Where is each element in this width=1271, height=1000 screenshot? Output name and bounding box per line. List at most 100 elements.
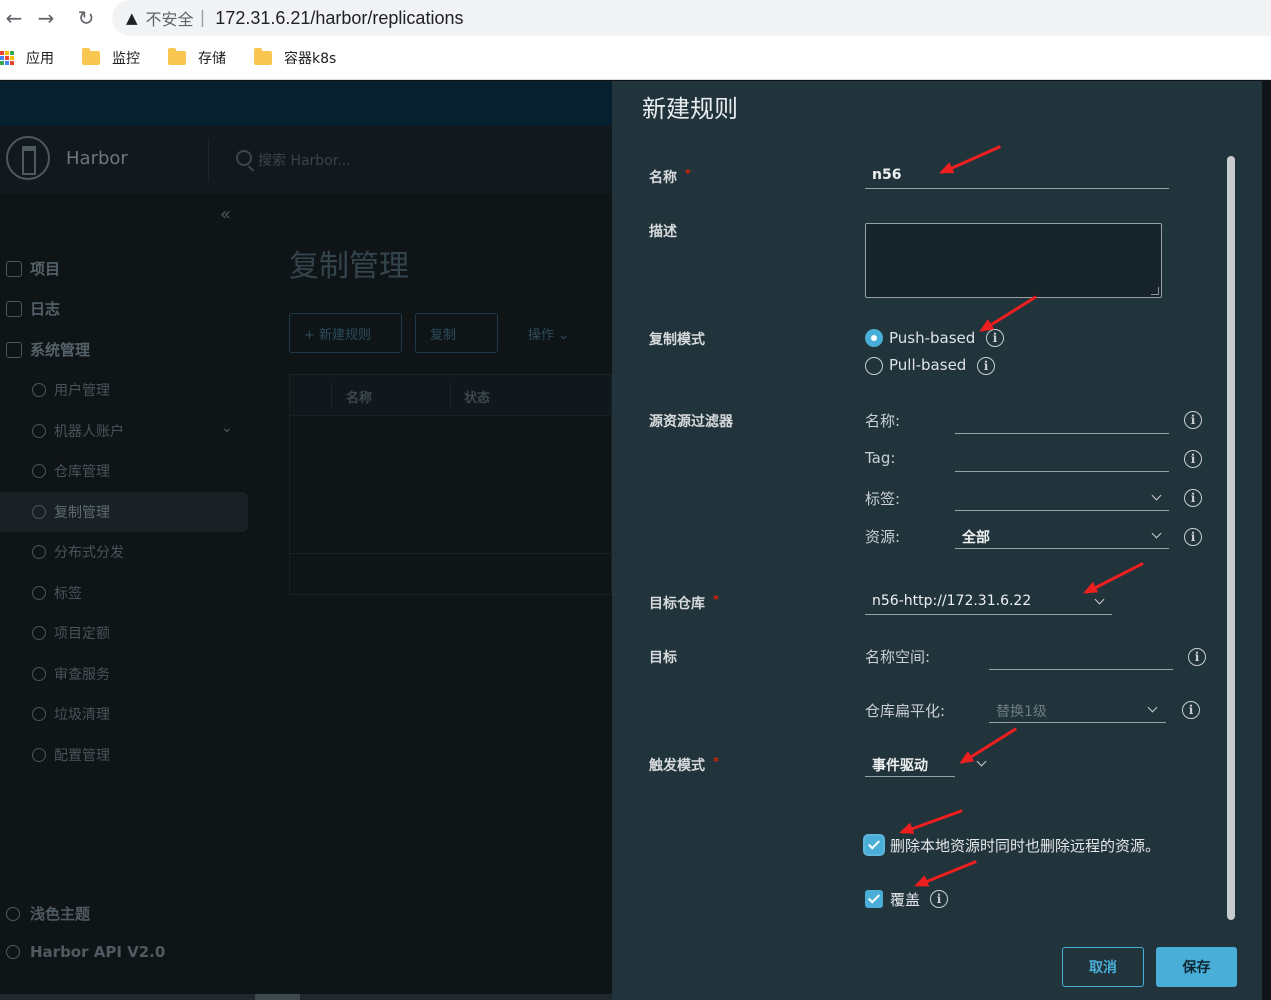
bookmark-apps[interactable]: 应用 <box>0 48 54 68</box>
url-text[interactable]: 172.31.6.21/harbor/replications <box>215 8 463 29</box>
required-mark: * <box>713 755 719 768</box>
filter-resource-info-icon[interactable]: i <box>1184 528 1202 546</box>
actions-label: 操作 <box>528 328 555 343</box>
sidebar-item-label: 复制管理 <box>54 505 110 521</box>
name-input[interactable] <box>865 161 1169 189</box>
filter-name-input[interactable] <box>955 406 1169 434</box>
sidebar-item-users[interactable]: 用户管理 <box>32 380 110 400</box>
sidebar-item-label: 用户管理 <box>54 383 110 399</box>
reload-icon[interactable]: ↻ <box>72 4 100 32</box>
delete-remote-checkbox[interactable] <box>865 836 883 854</box>
chevron-down-icon[interactable]: ⌄ <box>221 420 233 436</box>
insecure-label: 不安全 <box>145 10 194 29</box>
delete-remote-label[interactable]: 删除本地资源时同时也删除远程的资源。 <box>890 835 1160 856</box>
sun-icon <box>6 906 20 921</box>
override-label[interactable]: 覆盖 <box>890 889 920 910</box>
sidebar-item-distributions[interactable]: 分布式分发 <box>32 542 124 562</box>
filter-labels-info-icon[interactable]: i <box>1184 489 1202 507</box>
header-divider <box>208 138 209 182</box>
modal-scrollbar[interactable] <box>1227 156 1235 920</box>
chevron-down-icon[interactable] <box>976 756 987 767</box>
sidebar-item-robots[interactable]: 机器人账户 <box>32 421 124 441</box>
filter-name-info-icon[interactable]: i <box>1184 411 1202 429</box>
namespace-input[interactable] <box>989 642 1173 670</box>
save-button[interactable]: 保存 <box>1156 947 1237 987</box>
share-icon <box>32 545 46 559</box>
filter-name-label: 名称: <box>865 412 901 430</box>
description-label: 描述 <box>649 224 677 240</box>
pull-info-icon[interactable]: i <box>977 357 995 375</box>
robot-icon <box>32 424 46 438</box>
sidebar-item-label: 项目 <box>30 260 61 278</box>
horizontal-scrollbar-thumb[interactable] <box>255 994 300 1000</box>
sidebar-item-quotas[interactable]: 项目定额 <box>32 623 110 643</box>
search-input[interactable]: 搜索 Harbor... <box>258 150 351 170</box>
annotation-arrow <box>1085 562 1144 594</box>
pull-based-label[interactable]: Pull-based <box>889 356 966 374</box>
sidebar-item-label: 仓库管理 <box>54 464 110 480</box>
sidebar-item-label: 分布式分发 <box>54 545 124 561</box>
address-bar[interactable]: ▲ 不安全 | 172.31.6.21/harbor/replications <box>112 0 1271 36</box>
dest-registry-label-text: 目标仓库 <box>649 596 705 612</box>
new-rule-button[interactable]: + 新建规则 <box>289 313 402 353</box>
description-textarea[interactable] <box>865 223 1162 298</box>
gear-icon <box>32 748 46 762</box>
harbor-logo-icon[interactable] <box>6 136 50 180</box>
push-based-label[interactable]: Push-based <box>889 329 975 347</box>
back-icon[interactable]: ← <box>0 4 28 32</box>
override-checkbox[interactable] <box>865 890 883 908</box>
annotation-arrow <box>981 295 1038 332</box>
api-link[interactable]: Harbor API V2.0 <box>6 943 165 961</box>
annotation-arrow <box>961 727 1018 764</box>
warning-icon[interactable]: ▲ <box>126 9 138 27</box>
theme-toggle[interactable]: 浅色主题 <box>6 903 90 924</box>
sidebar-item-label: 系统管理 <box>30 341 91 359</box>
push-based-radio[interactable] <box>865 329 883 347</box>
sidebar-item-registries[interactable]: 仓库管理 <box>32 461 110 481</box>
pull-based-radio[interactable] <box>865 357 883 375</box>
horizontal-scrollbar[interactable] <box>0 994 612 1000</box>
filter-tag-info-icon[interactable]: i <box>1184 450 1202 468</box>
actions-menu[interactable]: 操作 ⌄ <box>528 324 569 343</box>
sidebar-item-config[interactable]: 配置管理 <box>32 745 110 765</box>
flatten-label: 仓库扁平化: <box>865 702 946 720</box>
sidebar-item-audit[interactable]: 审查服务 <box>32 664 110 684</box>
dest-registry-label: 目标仓库 * <box>649 593 719 613</box>
trash-icon <box>32 707 46 721</box>
logs-icon <box>6 300 22 317</box>
search-icon[interactable] <box>236 150 252 166</box>
brand-name[interactable]: Harbor <box>66 148 128 169</box>
bookmark-k8s[interactable]: 容器k8s <box>246 47 336 68</box>
sidebar-item-projects[interactable]: 项目 <box>6 258 60 279</box>
sidebar-item-labels[interactable]: 标签 <box>32 583 82 603</box>
admin-icon <box>6 341 22 358</box>
cancel-button[interactable]: 取消 <box>1062 947 1144 987</box>
shield-icon <box>32 667 46 681</box>
sidebar-item-label: 配置管理 <box>54 748 110 764</box>
sidebar-item-replications[interactable]: 复制管理 <box>0 492 248 532</box>
page-title: 复制管理 <box>289 249 409 284</box>
sidebar-item-system-admin[interactable]: 系统管理 <box>6 339 90 360</box>
filter-labels-select[interactable] <box>955 483 1169 511</box>
collapse-sidebar-icon[interactable]: « <box>220 204 231 225</box>
folder-icon <box>82 47 100 65</box>
override-info-icon[interactable]: i <box>930 890 948 908</box>
api-icon <box>6 945 20 959</box>
sidebar-item-label: 审查服务 <box>54 667 110 683</box>
bookmark-storage[interactable]: 存储 <box>160 47 226 68</box>
column-divider <box>331 383 332 408</box>
column-header-status[interactable]: 状态 <box>464 387 490 406</box>
folder-icon <box>254 47 272 65</box>
sidebar-item-gc[interactable]: 垃圾清理 <box>32 704 110 724</box>
replication-mode-label: 复制模式 <box>649 332 705 348</box>
column-header-name[interactable]: 名称 <box>346 387 372 406</box>
bookmark-monitor[interactable]: 监控 <box>74 47 140 68</box>
resize-handle-icon[interactable] <box>1151 287 1159 295</box>
copy-button[interactable]: 复制 <box>415 313 498 353</box>
namespace-info-icon[interactable]: i <box>1188 648 1206 666</box>
projects-icon <box>6 260 22 277</box>
flatten-info-icon[interactable]: i <box>1182 701 1200 719</box>
filter-tag-input[interactable] <box>955 444 1169 472</box>
forward-icon[interactable]: → <box>32 4 60 32</box>
sidebar-item-logs[interactable]: 日志 <box>6 298 60 319</box>
